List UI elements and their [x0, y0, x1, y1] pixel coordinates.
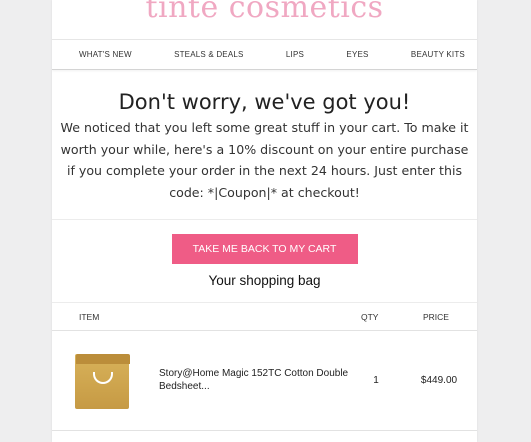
brand-logo[interactable]: tinte cosmetics [52, 0, 477, 23]
column-header-qty: QTY [361, 311, 379, 322]
hero-body: We noticed that you left some great stuf… [60, 120, 469, 200]
bag-flap [76, 353, 130, 364]
bag-handle [93, 371, 113, 384]
nav-lips[interactable]: LIPS [286, 50, 304, 59]
product-qty: 1 [373, 375, 379, 386]
hero-heading: Don't worry, we've got you! [118, 90, 411, 114]
nav-whats-new[interactable]: WHAT'S NEW [79, 50, 132, 59]
nav-steals-deals[interactable]: STEALS & DEALS [174, 50, 244, 59]
nav-beauty-kits[interactable]: BEAUTY KITS [411, 50, 465, 59]
bag-table-header: ITEM QTY PRICE [52, 303, 477, 331]
product-price: $449.00 [420, 375, 458, 386]
column-header-item: ITEM [79, 311, 100, 322]
shopping-bag-icon [75, 353, 130, 409]
column-header-price: PRICE [423, 311, 449, 322]
email-card: tinte cosmetics WHAT'S NEW STEALS & DEAL… [52, 0, 477, 442]
brand-header: tinte cosmetics [52, 0, 477, 40]
product-name[interactable]: Story@Home Magic 152TC Cotton Double Bed… [159, 368, 349, 393]
nav-eyes[interactable]: EYES [346, 50, 368, 59]
table-row: Story@Home Magic 152TC Cotton Double Bed… [52, 331, 477, 431]
cta-section: TAKE ME BACK TO MY CART Your shopping ba… [52, 220, 477, 303]
back-to-cart-button[interactable]: TAKE ME BACK TO MY CART [171, 234, 358, 264]
product-thumbnail[interactable] [74, 350, 130, 412]
category-nav: WHAT'S NEW STEALS & DEALS LIPS EYES BEAU… [52, 40, 477, 70]
hero-message: Don't worry, we've got you! We noticed t… [52, 70, 477, 220]
shopping-bag-title: Your shopping bag [208, 273, 321, 288]
